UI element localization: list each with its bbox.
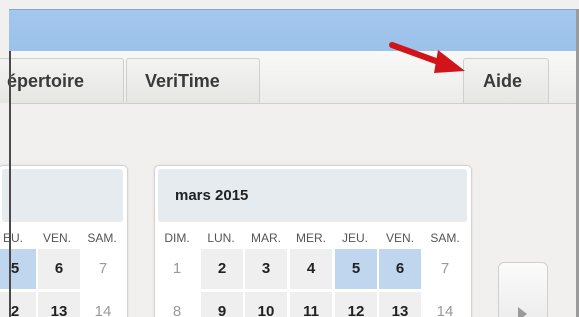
calendar-day[interactable]: 5 xyxy=(0,249,36,289)
red-arrow-icon xyxy=(389,42,465,73)
next-month-button[interactable] xyxy=(498,262,548,317)
weekday-label: SAM. xyxy=(87,231,117,245)
calendar-day[interactable]: 11 xyxy=(290,292,332,317)
calendar-day[interactable]: 14 xyxy=(424,292,466,317)
weekday-label: JEU. xyxy=(341,231,368,245)
calendar-current-month: mars 2015 DIM. LUN. MAR. MER. JEU. VEN. … xyxy=(154,165,472,317)
calendar-day[interactable]: 6 xyxy=(379,249,421,289)
weekday-label: LUN. xyxy=(207,231,235,245)
calendar-day[interactable]: 8 xyxy=(156,292,198,317)
calendar-day[interactable]: 4 xyxy=(290,249,332,289)
weekday-label: MER. xyxy=(296,231,326,245)
top-bar xyxy=(9,9,576,52)
app-window: épertoire VeriTime Aide EU. VEN. SAM. 5 … xyxy=(0,0,576,317)
calendar-day[interactable]: 2 xyxy=(201,249,243,289)
weekday-label: VEN. xyxy=(385,231,414,245)
weekday-label: DIM. xyxy=(164,231,190,245)
calendar-day[interactable]: 7 xyxy=(424,249,466,289)
calendar-day[interactable]: 9 xyxy=(201,292,243,317)
tab-aide[interactable]: Aide xyxy=(463,58,549,103)
calendar-day[interactable]: 6 xyxy=(38,249,80,289)
calendar-previous-header xyxy=(2,169,123,222)
calendar-day[interactable]: 2 xyxy=(0,292,36,317)
calendar-day[interactable]: 1 xyxy=(156,249,198,289)
calendar-day[interactable]: 13 xyxy=(379,292,421,317)
calendar-day[interactable]: 10 xyxy=(245,292,287,317)
calendar-day[interactable]: 3 xyxy=(245,249,287,289)
weekday-label: SAM. xyxy=(430,231,460,245)
tab-repertoire[interactable]: épertoire xyxy=(0,58,124,103)
calendar-current-header: mars 2015 xyxy=(158,169,467,222)
tab-repertoire-label: épertoire xyxy=(7,71,85,91)
calendar-day[interactable]: 12 xyxy=(335,292,377,317)
weekday-label: MAR. xyxy=(251,231,281,245)
weekday-label: EU. xyxy=(2,231,23,245)
calendar-day[interactable]: 13 xyxy=(38,292,80,317)
calendar-previous-month: EU. VEN. SAM. 5 6 7 2 13 14 xyxy=(0,165,128,317)
calendar-day[interactable]: 14 xyxy=(82,292,124,317)
tab-veritime-label: VeriTime xyxy=(145,71,220,91)
calendar-day[interactable]: 5 xyxy=(335,249,377,289)
triangle-right-icon xyxy=(518,307,527,317)
calendar-day[interactable]: 7 xyxy=(82,249,124,289)
window-left-edge xyxy=(9,51,11,317)
weekday-label: VEN. xyxy=(42,231,71,245)
month-title: mars 2015 xyxy=(175,187,249,204)
tab-aide-label: Aide xyxy=(483,71,523,91)
tab-veritime[interactable]: VeriTime xyxy=(126,58,260,103)
